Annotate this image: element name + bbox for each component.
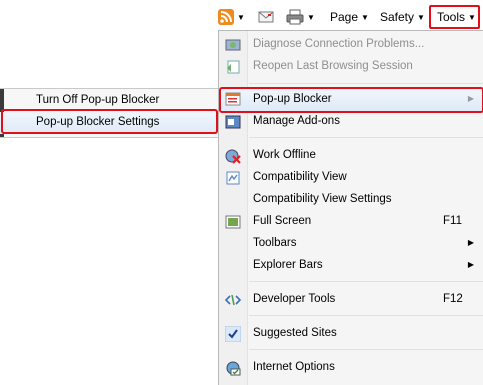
shortcut-label: F12: [443, 293, 463, 305]
network-diagnose-icon: [225, 39, 241, 51]
menu-item-manage-addons[interactable]: Manage Add-ons: [219, 112, 483, 132]
tools-highlight-box: [429, 5, 480, 29]
menu-separator: [249, 83, 483, 84]
menu-item-work-offline[interactable]: Work Offline: [219, 146, 483, 166]
menu-item-label: Manage Add-ons: [253, 115, 340, 127]
command-bar: ▼ ▼ Page ▼ Safety ▼ Tools ▼: [214, 4, 483, 30]
submenu-item-label: Turn Off Pop-up Blocker: [36, 94, 160, 106]
menu-item-label: Diagnose Connection Problems...: [253, 38, 425, 50]
feeds-button[interactable]: ▼: [218, 7, 245, 27]
menu-item-full-screen[interactable]: Full Screen F11: [219, 212, 483, 232]
menu-item-label: Toolbars: [253, 237, 297, 249]
menu-item-compatibility-view[interactable]: Compatibility View: [219, 168, 483, 188]
menu-separator: [249, 137, 483, 138]
menu-separator: [249, 349, 483, 350]
page-menu-label: Page: [330, 10, 359, 24]
tools-menu: Diagnose Connection Problems... Reopen L…: [218, 30, 483, 385]
menu-item-internet-options[interactable]: Internet Options: [219, 358, 483, 378]
menu-item-label: Compatibility View: [253, 171, 347, 183]
menu-item-suggested-sites[interactable]: Suggested Sites: [219, 324, 483, 344]
rss-icon: [218, 9, 234, 25]
menu-item-reopen-session[interactable]: Reopen Last Browsing Session: [219, 57, 483, 77]
chevron-down-icon: ▼: [361, 12, 369, 22]
menu-separator: [249, 281, 483, 282]
menu-item-label: Internet Options: [253, 361, 335, 373]
menu-item-label: Suggested Sites: [253, 327, 337, 339]
menu-item-developer-tools[interactable]: Developer Tools F12: [219, 290, 483, 310]
menu-separator: [249, 315, 483, 316]
chevron-down-icon: ▼: [417, 12, 425, 22]
menu-item-label: Developer Tools: [253, 293, 336, 305]
menu-item-label: Explorer Bars: [253, 259, 323, 271]
submenu-arrow-icon: ▶: [467, 238, 474, 247]
mail-icon: [258, 11, 274, 23]
settings-highlight-box: [1, 109, 218, 134]
work-offline-icon: [225, 149, 241, 164]
popup-blocker-highlight-box: [219, 87, 483, 113]
menu-item-compatibility-view-settings[interactable]: Compatibility View Settings: [219, 190, 483, 210]
safety-menu-label: Safety: [380, 10, 415, 24]
shortcut-label: F11: [443, 215, 462, 227]
menu-item-label: Full Screen: [253, 215, 312, 227]
print-button[interactable]: ▼: [286, 7, 315, 27]
page-menu-button[interactable]: Page ▼: [330, 7, 369, 27]
safety-menu-button[interactable]: Safety ▼: [380, 7, 425, 27]
submenu-arrow-icon: ▶: [467, 260, 474, 269]
addons-icon: [225, 115, 241, 129]
printer-icon: [286, 9, 304, 25]
read-mail-button[interactable]: [258, 7, 274, 27]
compatibility-view-icon: [226, 171, 240, 185]
menu-item-label: Compatibility View Settings: [253, 193, 392, 205]
menu-item-toolbars[interactable]: Toolbars ▶: [219, 234, 483, 254]
menu-item-label: Work Offline: [253, 149, 316, 161]
menu-item-explorer-bars[interactable]: Explorer Bars ▶: [219, 256, 483, 276]
checkmark-icon: [225, 326, 241, 342]
menu-item-label: Reopen Last Browsing Session: [253, 60, 413, 72]
full-screen-icon: [225, 215, 241, 229]
chevron-down-icon: ▼: [237, 12, 245, 22]
reopen-session-icon: [227, 60, 240, 74]
chevron-down-icon: ▼: [307, 12, 315, 22]
internet-options-icon: [226, 361, 241, 376]
developer-tools-icon: [225, 294, 241, 306]
menu-item-diagnose[interactable]: Diagnose Connection Problems...: [219, 35, 483, 55]
